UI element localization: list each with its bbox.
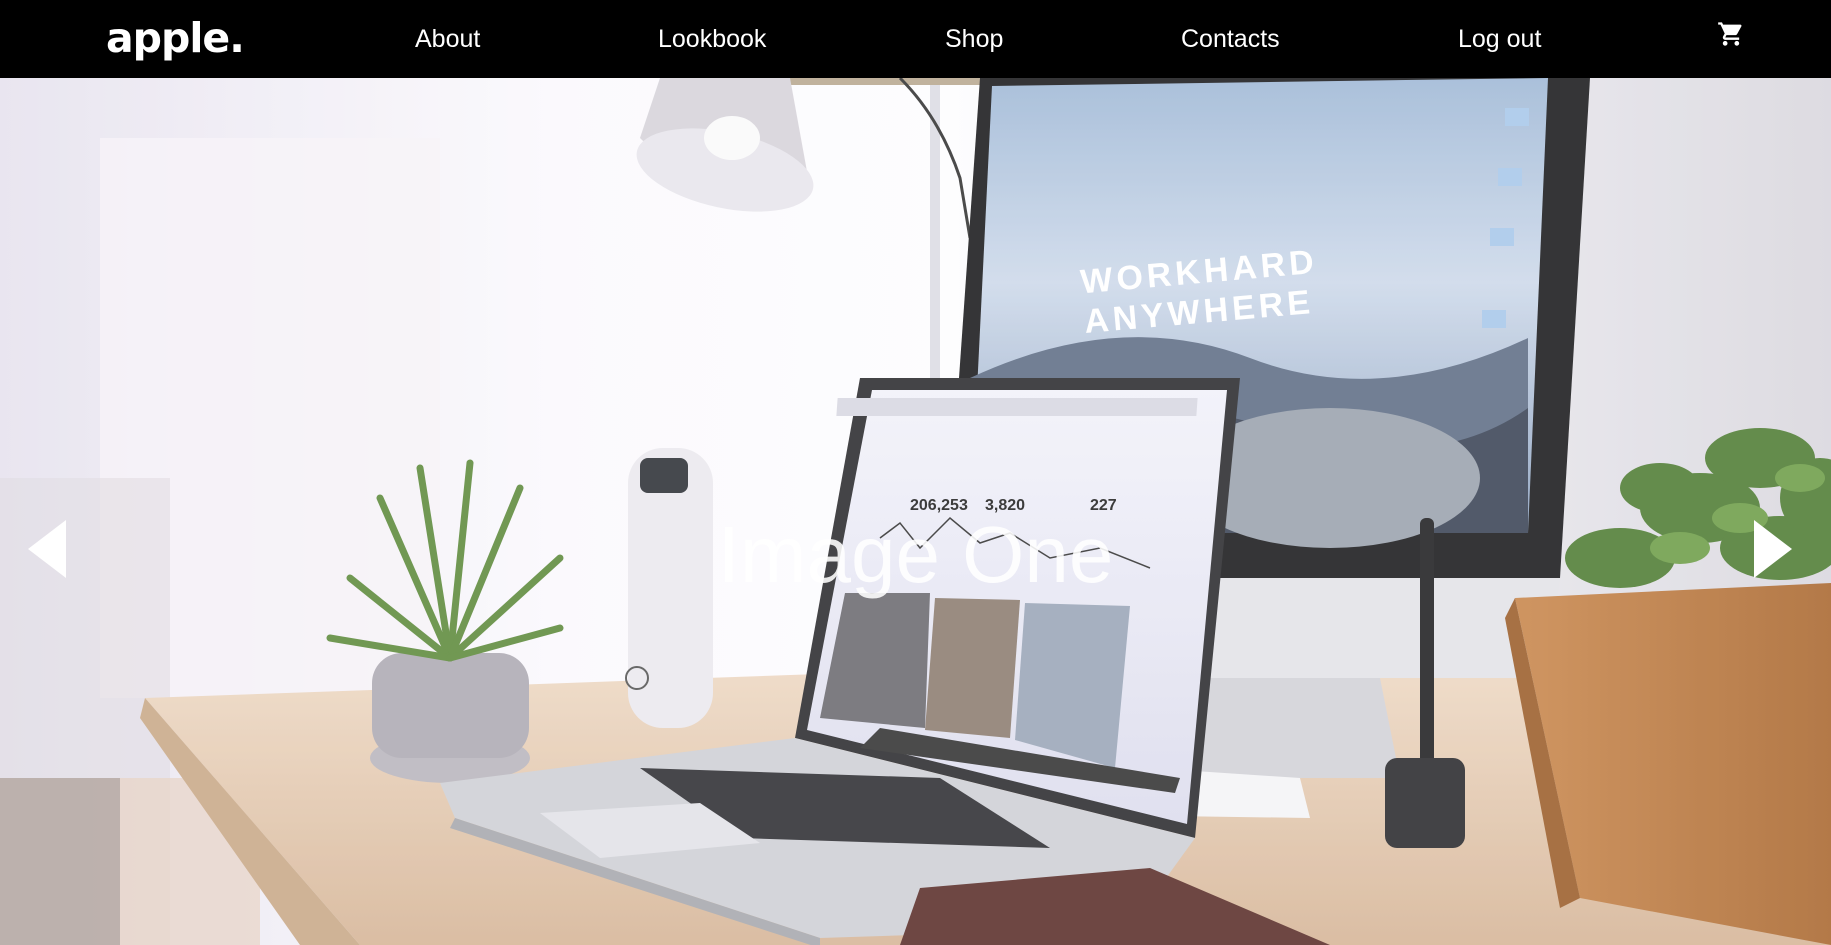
nav-link-about[interactable]: About (415, 24, 480, 54)
shopping-cart-icon[interactable] (1717, 20, 1745, 48)
top-navbar: apple. About Lookbook Shop Contacts Log … (0, 0, 1831, 78)
triangle-left-icon[interactable] (26, 518, 70, 580)
nav-link-logout[interactable]: Log out (1458, 24, 1541, 54)
nav-link-contacts[interactable]: Contacts (1181, 24, 1280, 54)
nav-link-shop[interactable]: Shop (945, 24, 1003, 54)
slide-caption: Image One (717, 510, 1114, 599)
nav-link-lookbook[interactable]: Lookbook (658, 24, 766, 54)
triangle-right-icon[interactable] (1750, 518, 1794, 580)
brand-logo[interactable]: apple. (106, 12, 245, 64)
hero-slider: WORKHARD ANYWHERE 206,253 3,820 227 Imag… (0, 78, 1831, 945)
